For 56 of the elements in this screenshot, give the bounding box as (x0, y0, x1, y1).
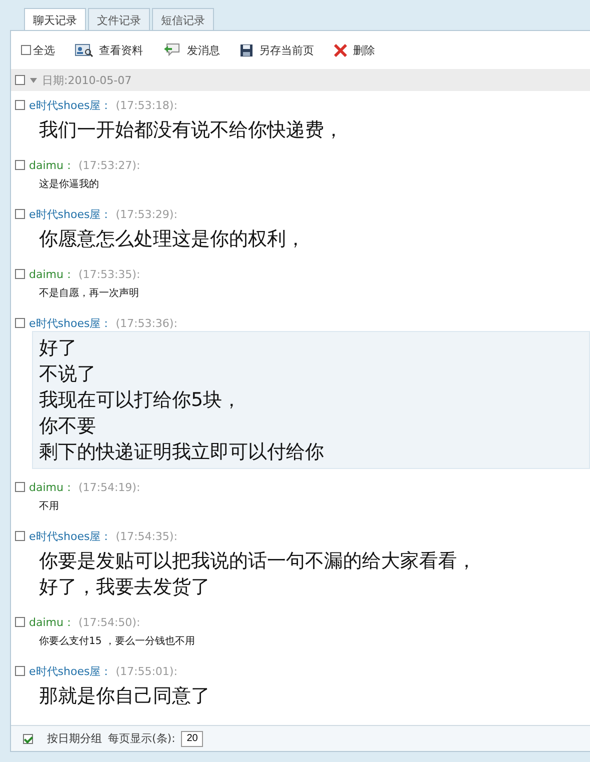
checkbox[interactable] (15, 75, 25, 85)
group-by-date-label: 按日期分组 (47, 731, 102, 746)
toolbar-button[interactable]: 发消息 (163, 42, 220, 58)
per-page-label: 每页显示(条): (108, 731, 176, 746)
message-body: 你愿意怎么处理这是你的权利， (38, 227, 306, 252)
checkbox[interactable] (23, 734, 33, 744)
checkbox[interactable] (15, 666, 25, 676)
delete-x-icon (334, 44, 347, 56)
checkbox[interactable] (21, 45, 31, 55)
toolbar-button[interactable]: 删除 (334, 42, 375, 58)
checkbox[interactable] (15, 100, 25, 110)
per-page-field[interactable]: 20 (181, 730, 204, 746)
message-time: (17:53:35): (78, 268, 140, 280)
chat-bubble-icon (163, 43, 181, 57)
checkbox[interactable] (15, 269, 25, 279)
tab[interactable]: 文件记录 (88, 8, 150, 31)
sender-name: e时代shoes屋： (29, 316, 112, 330)
message-time: (17:54:19): (78, 480, 140, 494)
date-label: 日期:2010-05-07 (42, 72, 132, 88)
message-body: 不是自愿，再一次声明 (38, 286, 140, 301)
message-body: 那就是你自己同意了 (38, 684, 211, 709)
tab[interactable]: 短信记录 (152, 8, 214, 31)
message-time: (17:53:27): (78, 158, 140, 172)
sender-name: e时代shoes屋： (29, 206, 112, 222)
checkbox[interactable] (15, 318, 25, 328)
sender-name: daimu： (29, 480, 74, 494)
message-body: 我们一开始都没有说不给你快递费， (38, 118, 344, 143)
message-time: (17:55:01): (116, 664, 178, 678)
checkbox[interactable] (15, 209, 25, 219)
toolbar-button[interactable]: 另存当前页 (240, 42, 314, 58)
select-all-checkbox[interactable]: 全选 (21, 42, 55, 58)
sender-name: e时代shoes屋： (29, 98, 112, 112)
checkbox[interactable] (15, 617, 25, 627)
message-body: 这是你逼我的 (38, 178, 100, 192)
sender-name: daimu： (29, 158, 74, 172)
message-time: (17:54:35): (116, 530, 178, 542)
sender-name: e时代shoes屋： (29, 664, 112, 678)
checkbox[interactable] (15, 482, 25, 492)
select-all-label: 全选 (33, 42, 55, 58)
message-time: (17:53:29): (116, 208, 178, 220)
checkbox[interactable] (15, 531, 25, 541)
checkbox[interactable] (15, 160, 25, 170)
tab[interactable]: 聊天记录 (24, 8, 86, 31)
toolbar-button[interactable]: 查看资料 (75, 42, 143, 58)
message-body: 你要是发贴可以把我说的话一句不漏的给大家看看， 好了，我要去发货了 (38, 549, 477, 600)
message-body-highlighted: 好了 不说了 我现在可以打给你5块， 你不要 剩下的快递证明我立即可以付给你 (32, 331, 590, 469)
message-body: 不用 (38, 500, 60, 514)
message-time: (17:53:36): (116, 316, 178, 330)
message-time: (17:54:50): (78, 616, 140, 628)
sender-name: e时代shoes屋： (29, 528, 112, 544)
sender-name: daimu： (29, 614, 74, 630)
message-time: (17:53:18): (116, 98, 178, 112)
group-by-date-checkbox[interactable]: 按日期分组 (23, 731, 102, 746)
id-card-icon (75, 44, 93, 56)
sender-name: daimu： (29, 266, 74, 282)
message-body: 你要么支付15 ，要么一分钱也不用 (38, 634, 196, 649)
